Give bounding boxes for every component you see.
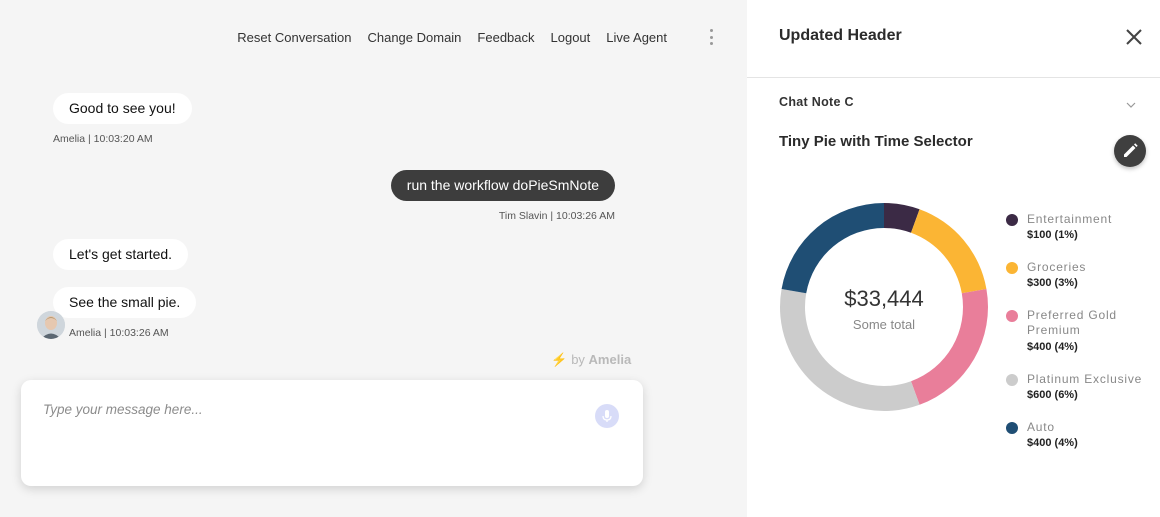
chevron-down-icon[interactable] [1125,97,1137,108]
legend-label: Entertainment [1027,212,1113,226]
message-meta: Tim Slavin | 10:03:26 AM [498,210,615,222]
legend-swatch [1006,310,1018,322]
legend-value: $400 (4%) [1027,341,1078,353]
chart-title: Tiny Pie with Time Selector [779,133,973,150]
live-agent-link[interactable]: Live Agent [606,30,667,45]
donut-slice-auto[interactable] [781,203,884,294]
bot-message: Let's get started. [53,239,189,270]
logout-link[interactable]: Logout [551,30,591,45]
legend-swatch [1006,262,1018,274]
donut-slice-groceries[interactable] [911,209,987,294]
message-meta: Amelia | 10:03:20 AM [53,133,153,145]
legend-label: Auto [1027,420,1055,434]
legend-label: Platinum Exclusive [1027,372,1143,386]
legend-value: $600 (6%) [1027,389,1078,401]
panel-title: Updated Header [779,27,902,44]
bot-message: See the small pie. [53,287,197,318]
bot-message: Good to see you! [53,93,192,124]
pencil-edit-icon[interactable] [1114,135,1146,167]
user-message: run the workflow doPieSmNote [390,170,615,201]
reset-conversation-link[interactable]: Reset Conversation [237,30,351,45]
close-icon[interactable] [1123,26,1145,48]
user-avatar [37,311,65,339]
side-panel: Updated Header Chat Note C Tiny Pie with… [747,0,1160,517]
legend-swatch [1006,374,1018,386]
top-navigation: Reset Conversation Change Domain Feedbac… [237,30,667,45]
message-input[interactable] [43,402,563,417]
change-domain-link[interactable]: Change Domain [367,30,461,45]
legend-label: Preferred Gold Premium [1027,308,1117,337]
donut-total: $33,444 [844,286,924,311]
message-meta: Amelia | 10:03:26 AM [69,327,169,339]
legend-swatch [1006,422,1018,434]
feedback-link[interactable]: Feedback [477,30,534,45]
legend-value: $400 (4%) [1027,437,1078,449]
brand-name: Amelia [588,352,632,367]
message-composer [21,380,643,486]
more-vert-icon[interactable] [708,29,714,45]
donut-total-label: Some total [853,317,915,332]
chat-area: Reset Conversation Change Domain Feedbac… [0,0,747,517]
lightning-bolt-icon: ⚡ [551,352,568,367]
legend-label: Groceries [1027,260,1087,274]
chat-note-label[interactable]: Chat Note C [779,95,854,109]
legend-swatch [1006,214,1018,226]
powered-by: ⚡ by Amelia [551,352,632,367]
legend-value: $100 (1%) [1027,229,1078,241]
donut-chart: $33,444 Some total [780,203,988,411]
microphone-icon[interactable] [595,404,619,428]
panel-divider [747,77,1160,78]
legend-value: $300 (3%) [1027,277,1078,289]
